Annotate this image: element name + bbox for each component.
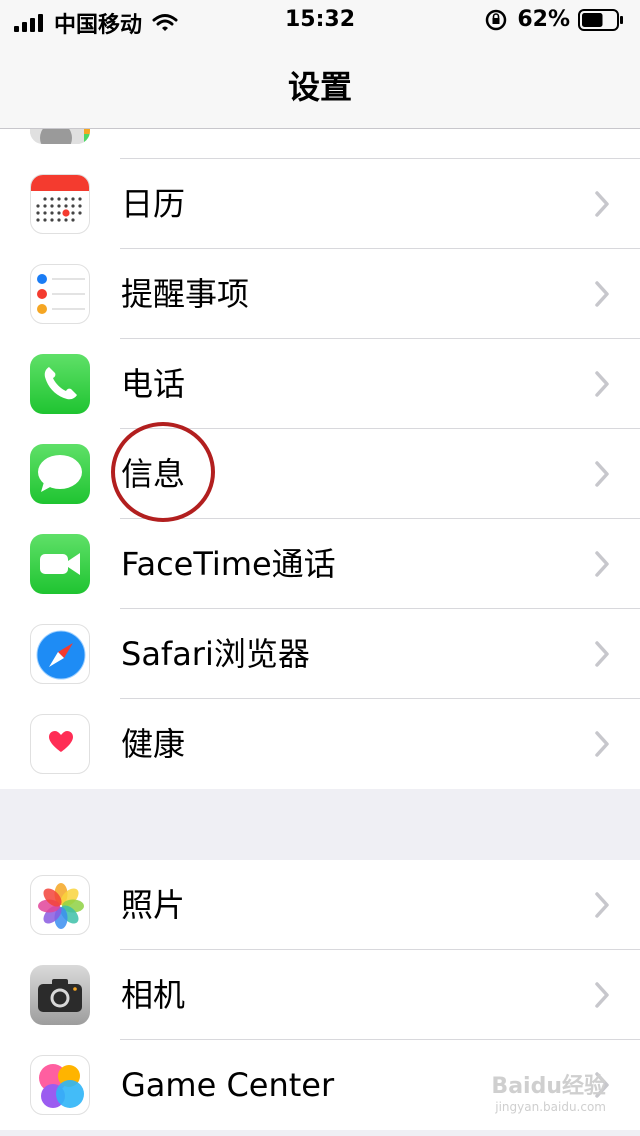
- settings-list[interactable]: 通讯录 日历: [0, 129, 640, 1136]
- settings-row-label: Game Center: [121, 1066, 335, 1104]
- settings-row-photos[interactable]: 照片: [0, 860, 640, 950]
- rotation-lock-icon: [486, 9, 507, 30]
- chevron-right-icon: [595, 982, 609, 1008]
- battery-icon: [578, 8, 623, 31]
- battery-percent: 62%: [517, 7, 570, 32]
- photos-icon: [30, 875, 90, 935]
- chevron-right-icon: [595, 731, 609, 757]
- watermark: Baidu经验 jingyan.baidu.com: [491, 1068, 606, 1114]
- messages-icon: [30, 444, 90, 504]
- reminders-icon: [30, 264, 90, 324]
- settings-row-calendar[interactable]: 日历: [0, 159, 640, 249]
- health-icon: [30, 714, 90, 774]
- phone-icon: [30, 354, 90, 414]
- safari-icon: [30, 624, 90, 684]
- settings-row-label: 提醒事项: [121, 275, 250, 313]
- watermark-text: Baidu经验: [491, 1074, 606, 1099]
- page-title: 设置: [287, 68, 352, 106]
- calendar-icon: [30, 174, 90, 234]
- settings-row-health[interactable]: 健康: [0, 699, 640, 789]
- settings-row-reminders[interactable]: 提醒事项: [0, 249, 640, 339]
- battery-area: 62%: [485, 7, 624, 32]
- settings-group-apps: 通讯录 日历: [0, 129, 640, 789]
- settings-row-label: 相机: [121, 976, 186, 1014]
- status-bar: 中国移动 15:32 62%: [0, 0, 640, 40]
- contacts-icon: [30, 129, 90, 144]
- watermark-url: jingyan.baidu.com: [495, 1100, 606, 1114]
- facetime-icon: [30, 534, 90, 594]
- settings-row-camera[interactable]: 相机: [0, 950, 640, 1040]
- settings-row-contacts[interactable]: 通讯录: [0, 129, 640, 159]
- settings-row-label: 电话: [121, 365, 186, 403]
- settings-row-label: 照片: [121, 886, 186, 924]
- camera-icon: [30, 965, 90, 1025]
- chevron-right-icon: [595, 641, 609, 667]
- settings-row-safari[interactable]: Safari浏览器: [0, 609, 640, 699]
- chevron-right-icon: [595, 892, 609, 918]
- chevron-right-icon: [595, 191, 609, 217]
- chevron-right-icon: [595, 461, 609, 487]
- settings-row-label: 健康: [121, 725, 186, 763]
- settings-row-label: FaceTime通话: [121, 545, 336, 583]
- chevron-right-icon: [595, 371, 609, 397]
- settings-row-label: 通讯录: [121, 129, 217, 159]
- chevron-right-icon: [595, 281, 609, 307]
- settings-row-messages[interactable]: 信息: [0, 429, 640, 519]
- settings-row-phone[interactable]: 电话: [0, 339, 640, 429]
- settings-row-facetime[interactable]: FaceTime通话: [0, 519, 640, 609]
- game-center-icon: [30, 1055, 90, 1115]
- navigation-bar: 设置: [0, 40, 640, 129]
- settings-row-label: 信息: [121, 455, 186, 493]
- chevron-right-icon: [595, 551, 609, 577]
- settings-row-label: Safari浏览器: [121, 635, 310, 673]
- settings-row-label: 日历: [121, 185, 186, 223]
